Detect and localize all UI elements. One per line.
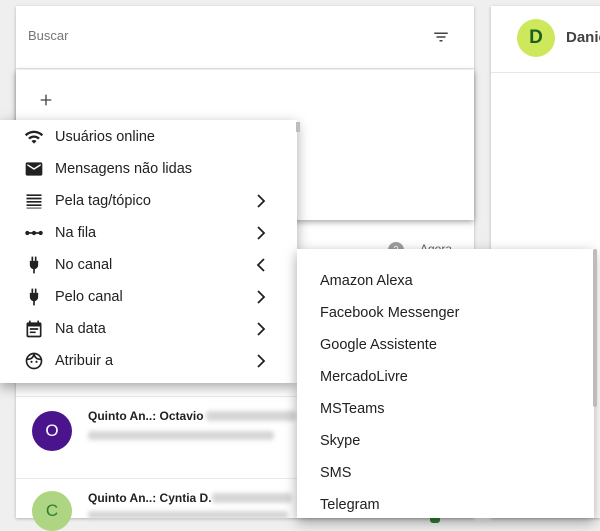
menu-item-label: Mensagens não lidas	[55, 161, 193, 177]
submenu-item-telegram[interactable]: Telegram	[297, 489, 594, 518]
conversation-title: Quinto An..: Octavio	[88, 409, 204, 423]
submenu-item-label: Telegram	[320, 497, 380, 513]
chevron-right-icon	[257, 290, 266, 304]
submenu-item-amazon-alexa[interactable]: Amazon Alexa	[297, 265, 594, 297]
menu-item-by-tag[interactable]: Pela tag/tópico	[0, 185, 297, 217]
blurred-text	[206, 411, 296, 421]
contact-name: Danie	[566, 29, 600, 46]
plus-icon[interactable]	[38, 92, 54, 108]
submenu-item-label: SMS	[320, 465, 352, 481]
menu-item-by-channel[interactable]: Pelo canal	[0, 281, 297, 313]
submenu-item-label: Amazon Alexa	[320, 273, 413, 289]
menu-item-online-users[interactable]: Usuários online	[0, 121, 297, 153]
mail-icon	[25, 162, 43, 176]
chevron-right-icon	[257, 226, 266, 240]
plug-icon	[29, 256, 39, 274]
search-bar	[16, 6, 474, 69]
menu-item-label: Pela tag/tópico	[55, 193, 151, 209]
avatar: O	[32, 411, 72, 451]
submenu-item-label: Skype	[320, 433, 361, 449]
list-lines-icon	[26, 194, 42, 209]
chat-header: D Danie	[491, 6, 600, 73]
menu-item-in-queue[interactable]: Na fila	[0, 217, 297, 249]
submenu-item-sms[interactable]: SMS	[297, 457, 594, 489]
submenu-item-facebook-messenger[interactable]: Facebook Messenger	[297, 297, 594, 329]
channel-submenu: Amazon Alexa Facebook Messenger Google A…	[297, 249, 594, 518]
chevron-right-icon	[257, 322, 266, 336]
submenu-scrollbar[interactable]	[593, 249, 597, 407]
submenu-item-skype[interactable]: Skype	[297, 425, 594, 457]
search-input[interactable]	[28, 28, 408, 43]
filter-menu: Usuários online Mensagens não lidas Pela…	[0, 120, 300, 383]
submenu-item-label: MSTeams	[320, 401, 385, 417]
menu-item-unread-messages[interactable]: Mensagens não lidas	[0, 153, 297, 185]
menu-item-label: Na fila	[55, 225, 97, 241]
menu-item-label: Pelo canal	[55, 289, 123, 305]
menu-item-label: No canal	[55, 257, 113, 273]
plug-icon	[29, 288, 39, 306]
chevron-right-icon	[257, 194, 266, 208]
menu-item-assign-to[interactable]: Atribuir a	[0, 345, 297, 377]
avatar: C	[32, 491, 72, 531]
submenu-item-google-assistente[interactable]: Google Assistente	[297, 329, 594, 361]
blurred-text	[88, 431, 274, 440]
submenu-item-label: Facebook Messenger	[320, 305, 460, 321]
avatar[interactable]: D	[517, 19, 555, 57]
face-icon	[25, 352, 43, 370]
filter-list-icon[interactable]	[432, 28, 450, 46]
menu-item-in-channel[interactable]: No canal	[0, 249, 297, 281]
menu-item-by-date[interactable]: Na data	[0, 313, 297, 345]
submenu-item-msteams[interactable]: MSTeams	[297, 393, 594, 425]
calendar-icon	[26, 320, 42, 338]
chevron-right-icon	[257, 354, 266, 368]
wifi-icon	[24, 130, 44, 144]
menu-item-label: Atribuir a	[55, 353, 114, 369]
menu-item-label: Usuários online	[55, 129, 155, 145]
submenu-item-label: MercadoLivre	[320, 369, 408, 385]
conversation-title: Quinto An..: Cyntia D.	[88, 491, 212, 505]
submenu-item-label: Google Assistente	[320, 337, 437, 353]
submenu-item-mercadolivre[interactable]: MercadoLivre	[297, 361, 594, 393]
chevron-left-icon	[256, 258, 265, 272]
queue-dots-icon	[25, 230, 43, 236]
menu-item-label: Na data	[55, 321, 106, 337]
blurred-text	[212, 493, 292, 503]
